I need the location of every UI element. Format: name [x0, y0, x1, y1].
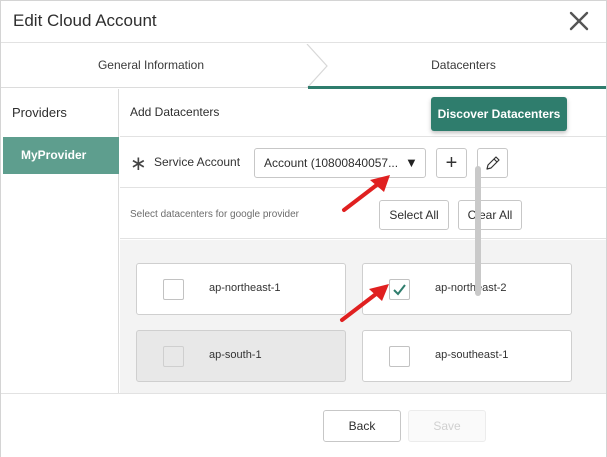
datacenter-label: ap-south-1 [209, 349, 262, 361]
datacenter-card-ap-southeast-1[interactable]: ap-southeast-1 [362, 330, 572, 382]
select-hint-text: Select datacenters for google provider [130, 209, 299, 220]
step-general-information[interactable]: General Information [1, 44, 301, 88]
service-account-value: Account (10800840057... [264, 156, 399, 170]
datacenter-checkbox[interactable] [163, 279, 184, 300]
dialog-footer: Back Save [1, 393, 606, 457]
datacenters-panel: Add Datacenters Discover Datacenters ∗ S… [120, 89, 606, 393]
wizard-steps: General Information Datacenters [1, 43, 606, 89]
checkmark-icon [393, 284, 406, 296]
datacenter-card-ap-northeast-2[interactable]: ap-northeast-2 [362, 263, 572, 315]
sidebar-item-myprovider[interactable]: MyProvider [3, 137, 119, 174]
plus-icon: + [445, 152, 458, 174]
service-account-label: Service Account [154, 155, 241, 169]
close-icon[interactable] [565, 5, 593, 35]
save-button[interactable]: Save [408, 410, 486, 442]
service-account-row: ∗ Service Account Account (10800840057..… [120, 138, 606, 188]
edit-cloud-account-dialog: Edit Cloud Account General Information D… [0, 0, 607, 457]
datacenter-checkbox[interactable] [389, 346, 410, 367]
dialog-header: Edit Cloud Account [1, 1, 606, 43]
select-datacenters-row: Select datacenters for google provider S… [120, 189, 606, 239]
step-datacenters[interactable]: Datacenters [321, 44, 606, 88]
clear-all-button[interactable]: Clear All [458, 200, 522, 230]
providers-sidebar: Providers MyProvider [1, 89, 119, 393]
datacenter-label: ap-southeast-1 [435, 349, 509, 361]
add-service-account-button[interactable]: + [436, 148, 467, 178]
scrollbar[interactable] [475, 166, 481, 296]
datacenter-label: ap-northeast-1 [209, 282, 281, 294]
dialog-title: Edit Cloud Account [13, 11, 157, 30]
chevron-down-icon: ▼ [405, 155, 418, 170]
back-button[interactable]: Back [323, 410, 401, 442]
pencil-icon [486, 156, 500, 170]
datacenter-checkbox [163, 346, 184, 367]
datacenter-checkbox[interactable] [389, 279, 410, 300]
select-all-button[interactable]: Select All [379, 200, 449, 230]
datacenter-card-ap-south-1: ap-south-1 [136, 330, 346, 382]
edit-service-account-button[interactable] [477, 148, 508, 178]
required-marker: ∗ [130, 153, 147, 175]
sidebar-title: Providers [12, 105, 67, 120]
datacenter-label: ap-northeast-2 [435, 282, 507, 294]
datacenter-card-ap-northeast-1[interactable]: ap-northeast-1 [136, 263, 346, 315]
panel-header: Add Datacenters Discover Datacenters [120, 89, 606, 137]
datacenter-list: ap-northeast-1 ap-northeast-2 ap-south-1… [120, 240, 606, 393]
panel-title: Add Datacenters [130, 105, 220, 119]
service-account-select[interactable]: Account (10800840057... ▼ [254, 148, 426, 178]
discover-datacenters-button[interactable]: Discover Datacenters [431, 97, 567, 131]
